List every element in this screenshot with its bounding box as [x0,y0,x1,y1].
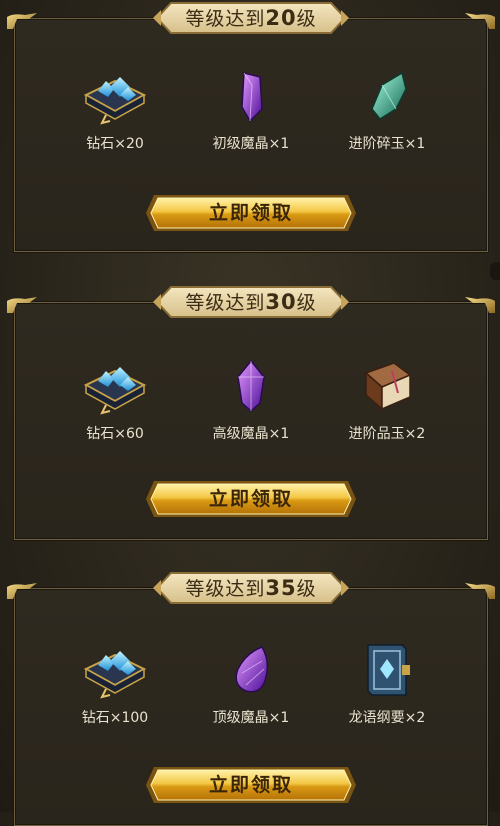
diamond-pack-icon [83,77,147,125]
reward-item[interactable]: 进阶碎玉×1 [317,65,457,153]
reward-item[interactable]: 高级魔晶×1 [181,355,321,443]
scroll-handle[interactable] [490,262,500,280]
reward-item-label: 高级魔晶×1 [212,426,290,442]
corner-ornament-icon [465,583,495,599]
level-banner: 等级达到20级 [153,1,349,35]
diamond-pack-icon [83,367,147,415]
reward-item-label: 钻石×60 [86,426,144,442]
reward-item[interactable]: 钻石×100 [45,639,185,727]
reward-items: 钻石×20 初级魔晶×1 进阶碎玉×1 [15,65,487,165]
reward-item-label: 钻石×100 [81,710,149,726]
green-jade-shard-icon [371,71,407,120]
reward-item-label: 钻石×20 [86,136,144,152]
claim-button[interactable]: 立即领取 [144,477,358,521]
purple-teardrop-gem-icon [235,646,269,693]
reward-tier-card: 等级达到30级 钻石×60 高级魔晶×1 进阶品玉×2 立即领取 [7,286,495,540]
reward-item-label: 进阶碎玉×1 [348,136,426,152]
purple-crystal-icon [241,72,263,123]
reward-items: 钻石×60 高级魔晶×1 进阶品玉×2 [15,355,487,455]
reward-item[interactable]: 钻石×60 [45,355,185,443]
reward-item-label: 龙语纲要×2 [348,710,426,726]
claim-button-label: 立即领取 [208,774,293,796]
claim-button[interactable]: 立即领取 [144,191,358,235]
corner-ornament-icon [7,583,37,599]
level-banner-text: 等级达到35级 [185,576,317,600]
reward-item[interactable]: 龙语纲要×2 [317,639,457,727]
corner-ornament-icon [7,297,37,313]
level-banner: 等级达到30级 [153,285,349,319]
corner-ornament-icon [7,13,37,29]
level-banner-text: 等级达到30级 [185,290,317,314]
reward-tier-card: 等级达到20级 钻石×20 初级魔晶×1 进阶碎玉×1 立即领取 [7,2,495,252]
level-banner-text: 等级达到20级 [185,6,317,30]
claim-button-label: 立即领取 [208,488,293,510]
reward-item-label: 进阶品玉×2 [348,426,426,442]
claim-button[interactable]: 立即领取 [144,763,358,807]
brown-book-icon [364,362,412,411]
reward-item[interactable]: 顶级魔晶×1 [181,639,321,727]
reward-item-label: 初级魔晶×1 [212,136,290,152]
blue-book-icon [367,644,410,696]
reward-item[interactable]: 钻石×20 [45,65,185,153]
reward-item[interactable]: 初级魔晶×1 [181,65,321,153]
claim-button-label: 立即领取 [208,202,293,224]
reward-items: 钻石×100 顶级魔晶×1 龙语纲要×2 [15,639,487,739]
purple-gem-icon [237,359,265,413]
diamond-pack-icon [83,651,147,699]
reward-item-label: 顶级魔晶×1 [212,710,290,726]
corner-ornament-icon [465,13,495,29]
corner-ornament-icon [465,297,495,313]
reward-page: { "tiers": [ { "banner_prefix": "等级达到", … [0,0,500,826]
level-banner: 等级达到35级 [153,571,349,605]
reward-tier-card: 等级达到35级 钻石×100 顶级魔晶×1 龙语纲要×2 立即领取 [7,572,495,826]
reward-item[interactable]: 进阶品玉×2 [317,355,457,443]
